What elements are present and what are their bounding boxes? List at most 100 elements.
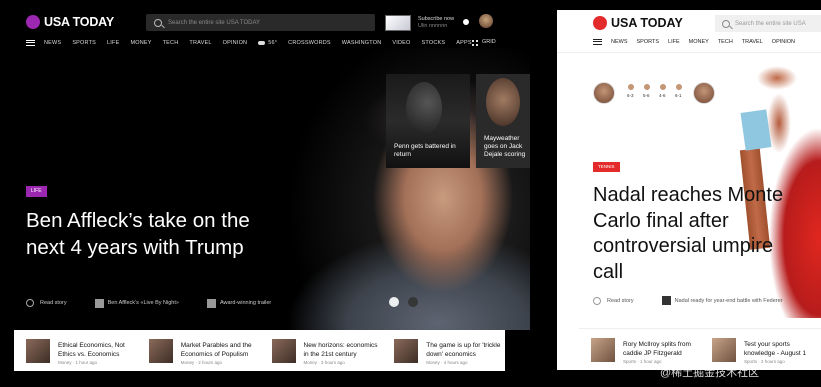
dark-homepage-panel: USA TODAY Search the entire site USA TOD…: [0, 0, 545, 387]
weather-widget[interactable]: 56°: [258, 40, 277, 46]
main-nav: NEWS SPORTS LIFE MONEY TECH TRAVEL OPINI…: [593, 39, 804, 45]
main-nav: NEWS SPORTS LIFE MONEY TECH TRAVEL OPINI…: [26, 38, 483, 48]
promo-text[interactable]: Subscribe now Ulin nnnnnn: [418, 16, 454, 30]
section-tag[interactable]: LIFE: [26, 186, 47, 197]
search-icon: [154, 18, 162, 27]
set-score: 5-6: [643, 93, 650, 98]
list-item[interactable]: New horizons: economics in the 21st cent…: [260, 330, 383, 371]
related-link[interactable]: Ben Affleck’s «Live By Night»: [108, 300, 179, 306]
nav-item-news[interactable]: NEWS: [611, 39, 628, 45]
nav-item-travel[interactable]: TRAVEL: [742, 39, 763, 45]
story-thumbnail: [148, 338, 173, 363]
hero-image-wristband: [740, 109, 772, 151]
nav-item-tech[interactable]: TECH: [718, 39, 733, 45]
story-title: Market Parables and the Economics of Pop…: [180, 342, 252, 358]
list-item[interactable]: Ethical Economics, Not Ethics vs. Econom…: [14, 330, 137, 371]
set-score: 6-3: [627, 93, 634, 98]
tile-image: [486, 78, 520, 126]
player-avatar: [593, 82, 615, 104]
nav-item-video[interactable]: VIDEO: [392, 40, 410, 46]
nav-item-opinion[interactable]: OPINION: [223, 40, 248, 46]
light-homepage-panel: USA TODAY Search the entire site USA NEW…: [557, 10, 821, 370]
nav-item-opinion[interactable]: OPINION: [772, 39, 795, 45]
search-input[interactable]: Search the entire site USA TODAY: [146, 14, 375, 31]
promo-subtitle: Ulin nnnnnn: [418, 23, 448, 29]
search-placeholder: Search the entire site USA: [735, 20, 806, 27]
video-thumb-icon: [94, 298, 104, 308]
player-mini-avatar: [676, 84, 682, 90]
search-input[interactable]: Search the entire site USA: [715, 15, 821, 32]
hero-meta: Read story Nadal ready for year-end batt…: [593, 296, 811, 305]
weather-temp: 56°: [268, 40, 278, 46]
nav-item-sports[interactable]: SPORTS: [72, 40, 96, 46]
nav-item-news[interactable]: NEWS: [44, 40, 61, 46]
nav-item-life[interactable]: LIFE: [668, 39, 680, 45]
player-mini-avatar: [644, 84, 650, 90]
story-title: New horizons: economics in the 21st cent…: [303, 342, 378, 358]
header-divider: [557, 52, 821, 53]
story-title: Test your sports knowledge - August 1: [744, 341, 807, 357]
tile-image: [406, 82, 442, 134]
read-story-link[interactable]: Read story: [40, 300, 67, 306]
next-button[interactable]: [408, 297, 418, 307]
brand-name[interactable]: USA TODAY: [611, 16, 683, 30]
tile-caption[interactable]: Mayweather goes on Jack Dejale scoring: [484, 135, 532, 159]
story-thumbnail: [591, 337, 615, 362]
search-placeholder: Search the entire site USA TODAY: [168, 19, 261, 26]
story-title: Ethical Economics, Not Ethics vs. Econom…: [58, 342, 125, 358]
hero-headline[interactable]: Nadal reaches Monte Carlo final after co…: [593, 183, 793, 285]
related-link[interactable]: Award-winning trailer: [220, 300, 271, 306]
story-title: The game is up for 'trickle down' econom…: [426, 342, 501, 358]
story-meta: Money · 3 hours ago: [303, 360, 345, 365]
story-meta: Money · 2 hours ago: [180, 360, 223, 365]
read-story-link[interactable]: Read story: [607, 298, 634, 304]
brand-name[interactable]: USA TODAY: [44, 15, 114, 29]
promo-thumbnail[interactable]: [385, 15, 411, 31]
section-tag[interactable]: TENNIS: [593, 162, 620, 172]
story-thumbnail: [271, 338, 296, 363]
list-item[interactable]: Market Parables and the Economics of Pop…: [137, 330, 260, 371]
hero-headline[interactable]: Ben Affleck’s take on the next 4 years w…: [26, 207, 266, 261]
nav-item-washington[interactable]: WASHINGTON: [342, 40, 382, 46]
player-mini-avatar: [628, 84, 634, 90]
nav-item-money[interactable]: MONEY: [130, 40, 151, 46]
play-icon[interactable]: [26, 299, 34, 307]
user-avatar[interactable]: [479, 14, 493, 28]
story-meta: Money · 1 hour ago: [58, 360, 98, 365]
story-title: Rory McIlroy splits from caddie JP Fitzg…: [623, 341, 691, 357]
brand-logo-icon[interactable]: [593, 16, 607, 30]
grid-toggle-label[interactable]: GRID: [482, 39, 496, 45]
cloud-icon: [258, 40, 266, 45]
nav-item-apps[interactable]: APPS: [456, 40, 471, 46]
related-link[interactable]: Nadal ready for year-end battle with Fed…: [675, 298, 783, 304]
pause-button[interactable]: [389, 297, 399, 307]
watermark-text: @稀土掘金技术社区: [660, 367, 760, 379]
player-mini-avatar: [660, 84, 666, 90]
story-thumbnail: [26, 338, 50, 363]
promo-title: Subscribe now: [418, 16, 455, 22]
menu-icon[interactable]: [593, 39, 602, 45]
nav-item-money[interactable]: MONEY: [689, 39, 709, 45]
story-thumbnail: [394, 338, 419, 363]
nav-item-tech[interactable]: TECH: [163, 40, 179, 46]
menu-icon[interactable]: [26, 40, 35, 46]
nav-item-stocks[interactable]: STOCKS: [422, 40, 446, 46]
hero-meta: Read story Ben Affleck’s «Live By Night»…: [26, 297, 299, 309]
story-thumbnail: [712, 337, 736, 362]
list-item[interactable]: The game is up for 'trickle down' econom…: [382, 330, 505, 371]
scoreboard[interactable]: 6-3 5-6 4-6 6-1: [593, 82, 717, 108]
nav-item-crosswords[interactable]: CROSSWORDS: [288, 40, 331, 46]
tile-caption[interactable]: Penn gets battered in return: [394, 143, 468, 159]
play-icon[interactable]: [593, 296, 601, 305]
player-avatar: [693, 82, 715, 104]
nav-item-travel[interactable]: TRAVEL: [189, 40, 211, 46]
nav-item-sports[interactable]: SPORTS: [637, 39, 660, 45]
brand-logo-icon[interactable]: [26, 15, 40, 29]
set-score: 4-6: [659, 93, 666, 98]
notification-dot-icon[interactable]: [463, 19, 469, 25]
nav-item-life[interactable]: LIFE: [107, 40, 119, 46]
set-score: 6-1: [675, 93, 682, 98]
story-meta: Sports · 1 hour ago: [623, 359, 662, 364]
grid-icon[interactable]: [472, 40, 478, 46]
search-icon: [722, 19, 730, 28]
